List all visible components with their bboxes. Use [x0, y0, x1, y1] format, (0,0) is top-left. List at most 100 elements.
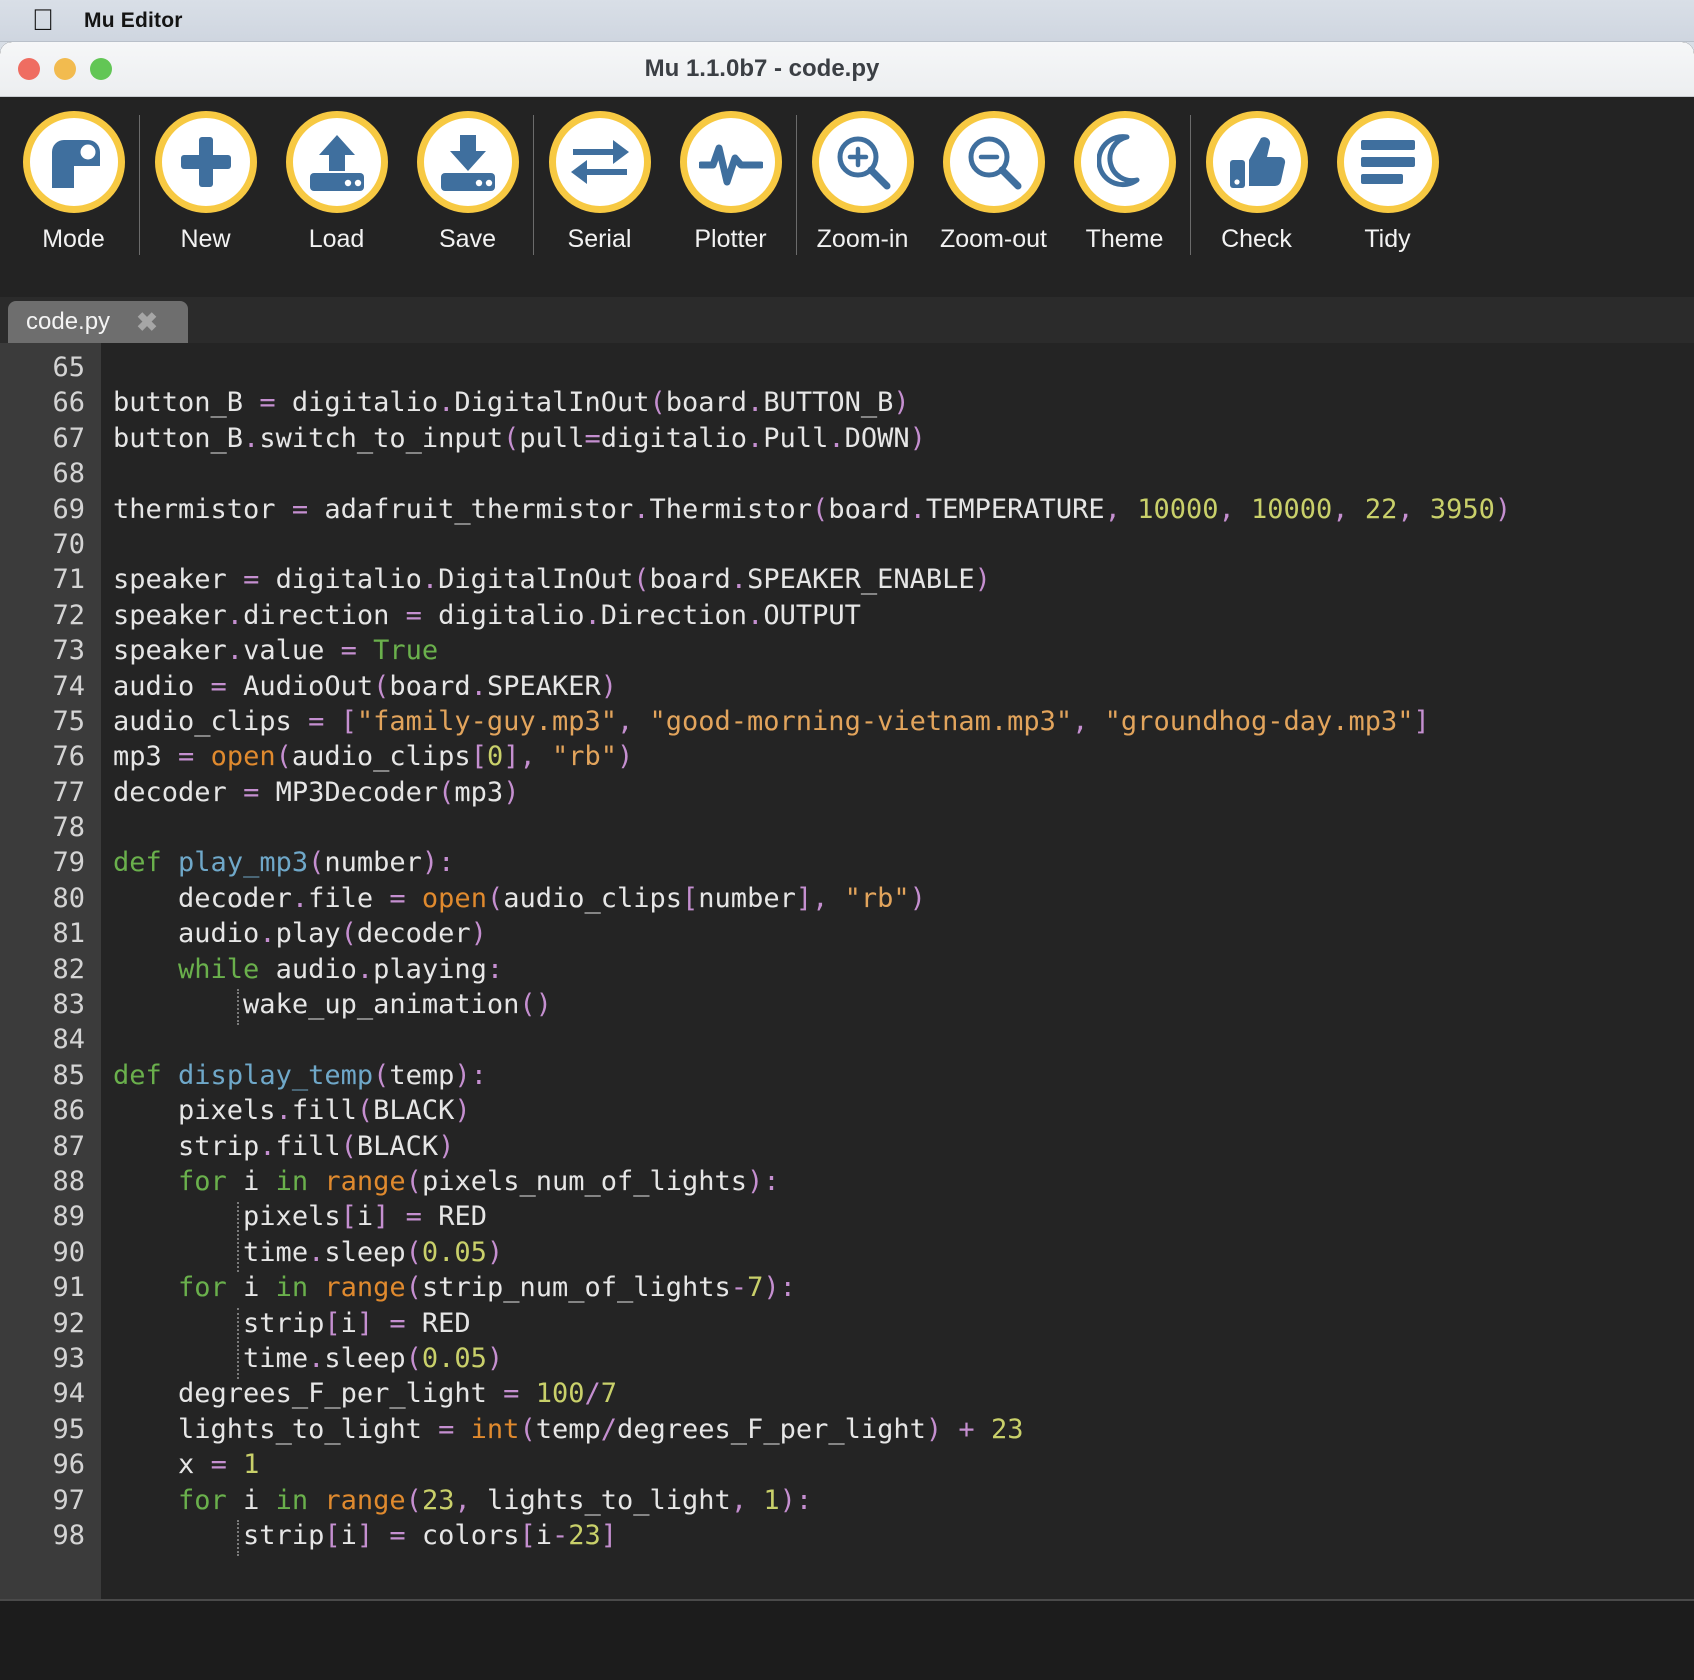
code-line[interactable]: def play_mp3(number):: [113, 845, 1694, 880]
toolbar-button-theme[interactable]: Theme: [1059, 97, 1190, 254]
plus-icon: [154, 111, 257, 213]
magnifier-plus-icon: [811, 111, 914, 213]
code-line[interactable]: button_B.switch_to_input(pull=digitalio.…: [113, 421, 1694, 456]
upload-icon: [285, 111, 388, 213]
line-number: 98: [52, 1519, 85, 1551]
toolbar-button-new[interactable]: New: [140, 97, 271, 254]
code-line[interactable]: while audio.playing:: [113, 952, 1694, 987]
line-number: 94: [52, 1378, 85, 1410]
line-number: 86: [52, 1095, 85, 1127]
code-line[interactable]: thermistor = adafruit_thermistor.Thermis…: [113, 492, 1694, 527]
code-line[interactable]: [113, 350, 1694, 385]
line-number: 89: [52, 1201, 85, 1233]
apple-logo-icon[interactable]: : [30, 5, 56, 36]
waveform-icon: [679, 111, 782, 213]
toolbar-label-serial: Serial: [567, 225, 632, 253]
code-line[interactable]: degrees_F_per_light = 100/7: [113, 1376, 1694, 1411]
toolbar-button-check[interactable]: Check: [1191, 97, 1322, 254]
line-number: 73: [52, 635, 85, 667]
code-line[interactable]: decoder = MP3Decoder(mp3): [113, 775, 1694, 810]
toolbar-button-save[interactable]: Save: [402, 97, 533, 254]
code-line[interactable]: button_B = digitalio.DigitalInOut(board.…: [113, 385, 1694, 420]
code-editor[interactable]: 65 66 67 68 69 70 71 72 73 74 75 76 77 78 79 80 81 82 83 84…: [0, 343, 1694, 1599]
line-number: 91: [52, 1272, 85, 1304]
lines-icon: [1336, 111, 1439, 213]
code-line[interactable]: for i in range(23, lights_to_light, 1):: [113, 1483, 1694, 1518]
toolbar-button-zoom-out[interactable]: Zoom-out: [928, 97, 1059, 254]
code-line[interactable]: strip.fill(BLACK): [113, 1129, 1694, 1164]
window-titlebar: Mu 1.1.0b7 - code.py: [0, 42, 1694, 97]
line-number: 78: [52, 812, 85, 844]
code-line[interactable]: [113, 1022, 1694, 1057]
line-number: 95: [52, 1413, 85, 1445]
swap-arrows-icon: [548, 111, 651, 213]
toolbar-label-theme: Theme: [1085, 225, 1164, 253]
code-line[interactable]: audio.play(decoder): [113, 916, 1694, 951]
code-line[interactable]: for i in range(strip_num_of_lights-7):: [113, 1270, 1694, 1305]
zoom-button[interactable]: [90, 58, 112, 80]
code-line[interactable]: strip[i] = RED: [113, 1306, 1694, 1341]
line-number: 97: [52, 1484, 85, 1516]
line-number: 87: [52, 1130, 85, 1162]
line-number: 67: [52, 422, 85, 454]
minimize-button[interactable]: [54, 58, 76, 80]
code-line[interactable]: wake_up_animation(): [113, 987, 1694, 1022]
code-line[interactable]: time.sleep(0.05): [113, 1341, 1694, 1376]
tab-label: code.py: [26, 308, 111, 335]
code-line[interactable]: [113, 810, 1694, 845]
line-number: 82: [52, 953, 85, 985]
close-button[interactable]: [18, 58, 40, 80]
line-number: 79: [52, 847, 85, 879]
line-number: 80: [52, 882, 85, 914]
line-number: 72: [52, 599, 85, 631]
toolbar-button-plotter[interactable]: Plotter: [665, 97, 796, 254]
code-line[interactable]: def display_temp(temp):: [113, 1058, 1694, 1093]
code-line[interactable]: mp3 = open(audio_clips[0], "rb"): [113, 739, 1694, 774]
toolbar-label-mode: Mode: [42, 225, 105, 253]
line-number: 77: [52, 776, 85, 808]
moon-icon: [1073, 111, 1176, 213]
main-toolbar: Mode New Load Save Serial Plotter Zoom-i…: [0, 97, 1694, 297]
code-line[interactable]: strip[i] = colors[i-23]: [113, 1518, 1694, 1553]
code-line[interactable]: decoder.file = open(audio_clips[number],…: [113, 881, 1694, 916]
code-line[interactable]: speaker = digitalio.DigitalInOut(board.S…: [113, 562, 1694, 597]
toolbar-button-serial[interactable]: Serial: [534, 97, 665, 254]
thumbs-up-icon: [1205, 111, 1308, 213]
code-line[interactable]: pixels[i] = RED: [113, 1199, 1694, 1234]
tab-code-py[interactable]: code.py ✖: [8, 301, 188, 343]
toolbar-button-tidy[interactable]: Tidy: [1322, 97, 1453, 254]
code-area[interactable]: button_B = digitalio.DigitalInOut(board.…: [101, 343, 1694, 1599]
line-number: 66: [52, 387, 85, 419]
toolbar-button-mode[interactable]: Mode: [8, 97, 139, 254]
line-number: 96: [52, 1449, 85, 1481]
line-number: 71: [52, 564, 85, 596]
line-number: 75: [52, 705, 85, 737]
toolbar-label-zoom-in: Zoom-in: [816, 225, 909, 253]
line-number: 88: [52, 1165, 85, 1197]
line-number: 65: [52, 352, 85, 383]
code-line[interactable]: audio = AudioOut(board.SPEAKER): [113, 669, 1694, 704]
line-number: 85: [52, 1059, 85, 1091]
line-number: 74: [52, 670, 85, 702]
window-controls: [18, 42, 112, 96]
code-line[interactable]: speaker.value = True: [113, 633, 1694, 668]
code-line[interactable]: x = 1: [113, 1447, 1694, 1482]
code-line[interactable]: [113, 456, 1694, 491]
line-number: 90: [52, 1236, 85, 1268]
toolbar-button-zoom-in[interactable]: Zoom-in: [797, 97, 928, 254]
macos-menu-bar:  Mu Editor: [0, 0, 1694, 42]
code-line[interactable]: pixels.fill(BLACK): [113, 1093, 1694, 1128]
code-line[interactable]: for i in range(pixels_num_of_lights):: [113, 1164, 1694, 1199]
toolbar-button-load[interactable]: Load: [271, 97, 402, 254]
status-bar: [0, 1599, 1694, 1680]
toolbar-label-plotter: Plotter: [694, 225, 767, 253]
line-number: 84: [52, 1024, 85, 1056]
close-icon[interactable]: ✖: [136, 309, 158, 335]
line-number: 76: [52, 741, 85, 773]
code-line[interactable]: lights_to_light = int(temp/degrees_F_per…: [113, 1412, 1694, 1447]
code-line[interactable]: time.sleep(0.05): [113, 1235, 1694, 1270]
code-line[interactable]: [113, 527, 1694, 562]
code-line[interactable]: speaker.direction = digitalio.Direction.…: [113, 598, 1694, 633]
code-line[interactable]: audio_clips = ["family-guy.mp3", "good-m…: [113, 704, 1694, 739]
toolbar-label-zoom-out: Zoom-out: [940, 225, 1047, 253]
